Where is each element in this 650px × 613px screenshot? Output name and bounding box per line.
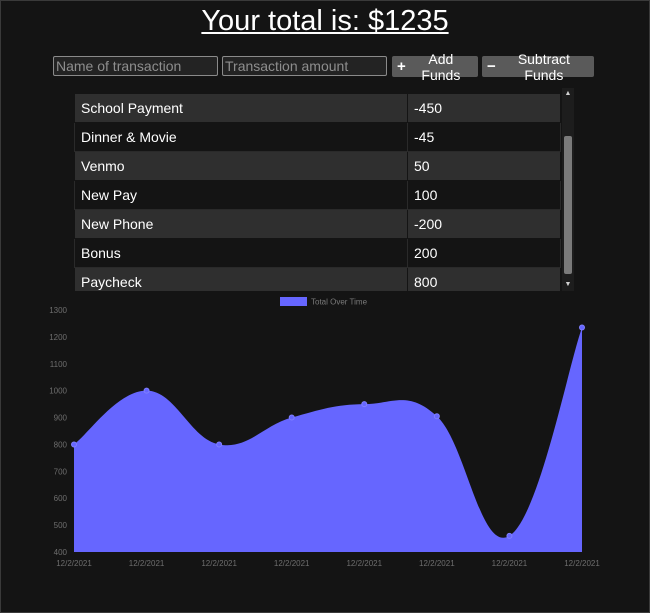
x-tick-label: 12/2/2021 (346, 559, 382, 568)
data-point[interactable] (579, 324, 585, 331)
data-point[interactable] (71, 441, 77, 448)
scroll-up-arrow-icon[interactable]: ▲ (562, 88, 574, 100)
transactions-table: School Payment -450 Dinner & Movie -45 V… (74, 93, 561, 291)
y-tick-label: 1000 (49, 387, 67, 396)
x-tick-label: 12/2/2021 (129, 559, 165, 568)
x-tick-label: 12/2/2021 (419, 559, 455, 568)
legend-swatch (280, 297, 307, 306)
transaction-name-input[interactable] (53, 56, 218, 76)
y-tick-label: 700 (54, 467, 68, 476)
table-row: School Payment -450 (74, 93, 561, 123)
transaction-name-cell: Bonus (74, 238, 408, 268)
y-tick-label: 600 (54, 494, 68, 503)
subtract-funds-button[interactable]: − Subtract Funds (482, 51, 594, 83)
table-scrollbar[interactable]: ▲ ▼ (562, 88, 574, 291)
data-point[interactable] (361, 401, 368, 408)
data-point[interactable] (433, 413, 440, 420)
y-tick-label: 500 (54, 521, 68, 530)
transaction-name-cell: School Payment (74, 93, 408, 123)
y-tick-label: 1200 (49, 333, 67, 342)
y-tick-label: 1300 (49, 306, 67, 315)
add-funds-button[interactable]: + Add Funds (392, 51, 478, 83)
transaction-amount-cell: 800 (407, 267, 561, 291)
transactions-table-container[interactable]: School Payment -450 Dinner & Movie -45 V… (74, 88, 575, 291)
data-point[interactable] (143, 387, 150, 394)
y-tick-label: 400 (54, 548, 68, 557)
x-tick-label: 12/2/2021 (564, 559, 600, 568)
series-area (74, 327, 582, 552)
data-point[interactable] (288, 414, 295, 421)
legend-label: Total Over Time (311, 298, 368, 307)
x-axis: 12/2/2021 12/2/2021 12/2/2021 12/2/2021 12/2… (56, 559, 600, 568)
x-tick-label: 12/2/2021 (274, 559, 310, 568)
y-tick-label: 900 (54, 414, 68, 423)
table-row: New Pay 100 (74, 180, 561, 210)
transaction-amount-cell: 50 (407, 151, 561, 181)
table-row: Dinner & Movie -45 (74, 122, 561, 152)
transaction-amount-cell: 100 (407, 180, 561, 210)
transaction-name-cell: Paycheck (74, 267, 408, 291)
add-funds-label: Add Funds (421, 50, 461, 83)
data-point[interactable] (506, 532, 513, 539)
table-row: Venmo 50 (74, 151, 561, 181)
table-row: Paycheck 800 (74, 267, 561, 291)
transaction-amount-cell: -450 (407, 93, 561, 123)
transaction-name-cell: Venmo (74, 151, 408, 181)
scrollbar-thumb[interactable] (564, 136, 572, 274)
transaction-amount-cell: -200 (407, 209, 561, 239)
table-row: Bonus 200 (74, 238, 561, 268)
transaction-name-cell: New Pay (74, 180, 408, 210)
transaction-name-cell: New Phone (74, 209, 408, 239)
total-heading: Your total is: $1235 (201, 5, 449, 37)
transaction-amount-cell: -45 (407, 122, 561, 152)
total-over-time-chart: Total Over Time 400 500 600 700 800 900 1000 11… (49, 297, 600, 568)
y-tick-label: 800 (54, 440, 68, 449)
transaction-amount-input[interactable] (222, 56, 387, 76)
y-tick-label: 1100 (50, 360, 68, 369)
subtract-funds-label: Subtract Funds (517, 50, 570, 83)
x-tick-label: 12/2/2021 (56, 559, 92, 568)
plus-icon: + (397, 58, 406, 75)
y-axis: 400 500 600 700 800 900 1000 1100 1200 1300 (49, 306, 67, 557)
chart-legend[interactable]: Total Over Time (280, 297, 368, 307)
table-row: New Phone -200 (74, 209, 561, 239)
data-point[interactable] (216, 441, 223, 448)
transaction-name-cell: Dinner & Movie (74, 122, 408, 152)
x-tick-label: 12/2/2021 (201, 559, 237, 568)
x-tick-label: 12/2/2021 (492, 559, 528, 568)
minus-icon: − (487, 58, 496, 75)
transaction-amount-cell: 200 (407, 238, 561, 268)
